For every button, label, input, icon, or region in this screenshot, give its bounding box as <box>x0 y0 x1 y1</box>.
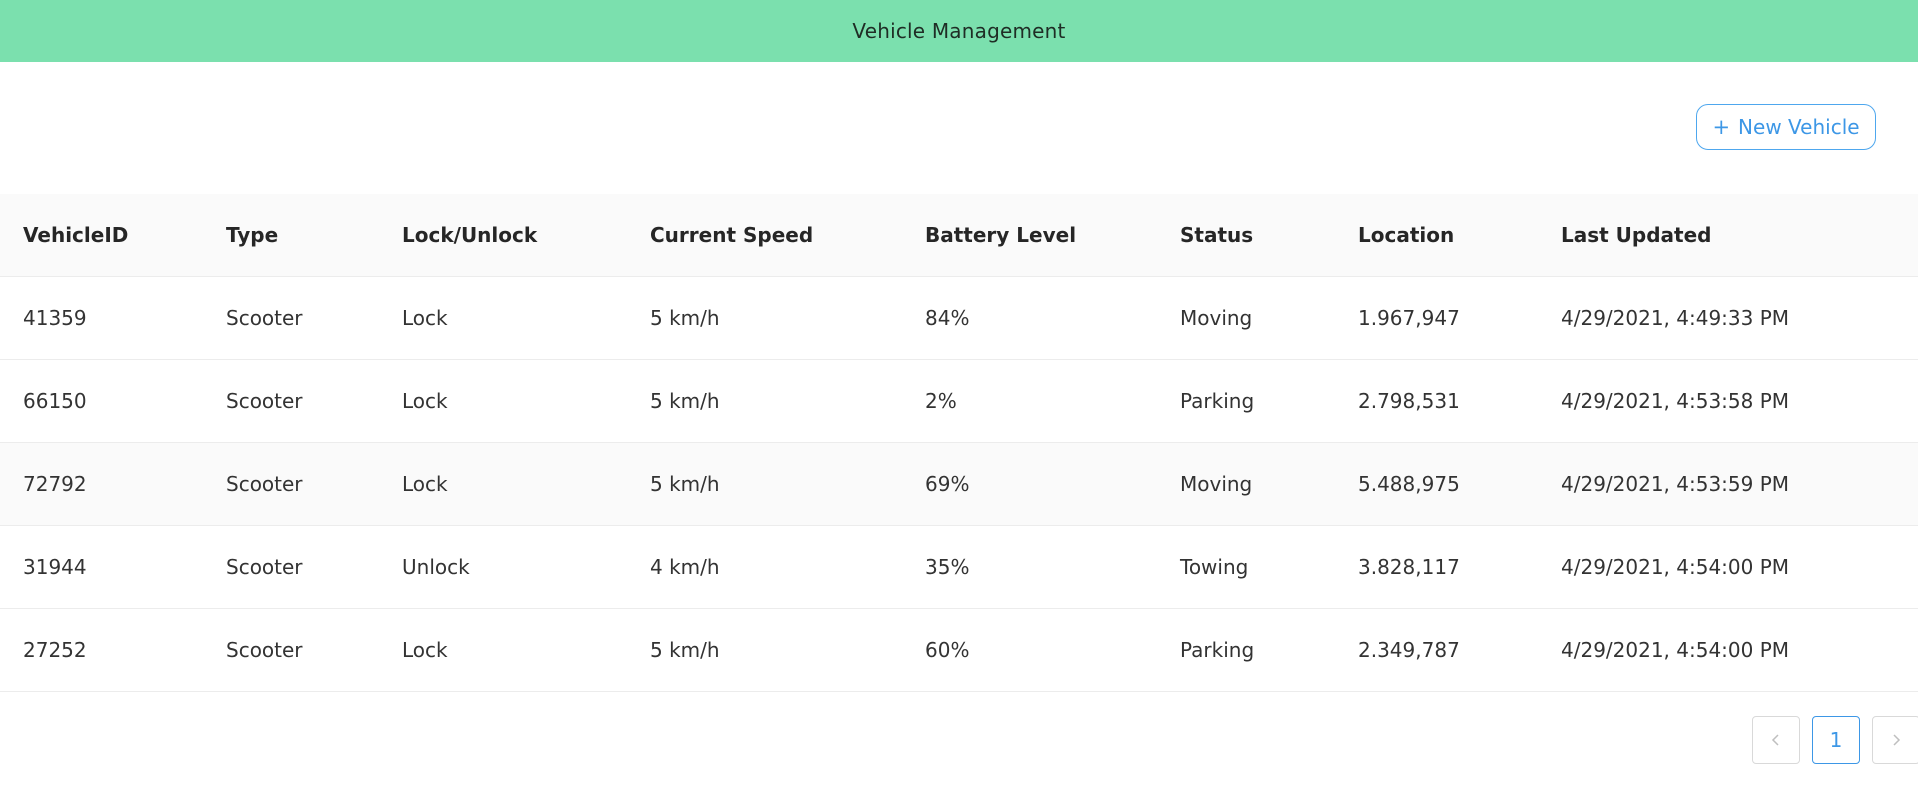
cell-last-updated: 4/29/2021, 4:53:58 PM <box>1538 359 1918 443</box>
column-header-last-updated: Last Updated <box>1538 194 1918 277</box>
column-header-battery-level: Battery Level <box>902 194 1157 277</box>
cell-lock-unlock: Lock <box>379 276 627 360</box>
cell-lock-unlock: Lock <box>379 608 627 692</box>
cell-last-updated: 4/29/2021, 4:53:59 PM <box>1538 442 1918 526</box>
cell-lock-unlock: Lock <box>379 442 627 526</box>
cell-lock-unlock: Unlock <box>379 525 627 609</box>
vehicle-table: VehicleID Type Lock/Unlock Current Speed… <box>0 194 1918 692</box>
cell-current-speed: 4 km/h <box>627 525 902 609</box>
cell-battery-level: 84% <box>902 276 1157 360</box>
cell-location: 2.798,531 <box>1335 359 1538 443</box>
cell-last-updated: 4/29/2021, 4:54:00 PM <box>1538 608 1918 692</box>
cell-status: Parking <box>1157 608 1335 692</box>
table-row[interactable]: 66150 Scooter Lock 5 km/h 2% Parking 2.7… <box>0 359 1918 443</box>
page-title: Vehicle Management <box>852 19 1066 43</box>
cell-location: 3.828,117 <box>1335 525 1538 609</box>
cell-status: Towing <box>1157 525 1335 609</box>
chevron-right-icon <box>1893 734 1901 746</box>
cell-location: 2.349,787 <box>1335 608 1538 692</box>
cell-battery-level: 35% <box>902 525 1157 609</box>
table-row[interactable]: 41359 Scooter Lock 5 km/h 84% Moving 1.9… <box>0 276 1918 360</box>
new-vehicle-button[interactable]: + New Vehicle <box>1696 104 1876 150</box>
cell-current-speed: 5 km/h <box>627 442 902 526</box>
cell-status: Parking <box>1157 359 1335 443</box>
new-vehicle-label: New Vehicle <box>1738 115 1860 139</box>
cell-vehicleid: 31944 <box>0 525 203 609</box>
column-header-location: Location <box>1335 194 1538 277</box>
cell-vehicleid: 66150 <box>0 359 203 443</box>
cell-vehicleid: 41359 <box>0 276 203 360</box>
cell-type: Scooter <box>203 359 379 443</box>
cell-type: Scooter <box>203 608 379 692</box>
cell-current-speed: 5 km/h <box>627 608 902 692</box>
cell-battery-level: 60% <box>902 608 1157 692</box>
page-1-button[interactable]: 1 <box>1812 716 1860 764</box>
column-header-lock-unlock: Lock/Unlock <box>379 194 627 277</box>
cell-status: Moving <box>1157 442 1335 526</box>
plus-icon: + <box>1712 115 1731 139</box>
table-row[interactable]: 72792 Scooter Lock 5 km/h 69% Moving 5.4… <box>0 442 1918 526</box>
cell-lock-unlock: Lock <box>379 359 627 443</box>
cell-battery-level: 2% <box>902 359 1157 443</box>
column-header-current-speed: Current Speed <box>627 194 902 277</box>
table-row[interactable]: 31944 Scooter Unlock 4 km/h 35% Towing 3… <box>0 525 1918 609</box>
cell-current-speed: 5 km/h <box>627 276 902 360</box>
cell-type: Scooter <box>203 525 379 609</box>
table-row[interactable]: 27252 Scooter Lock 5 km/h 60% Parking 2.… <box>0 608 1918 692</box>
cell-location: 1.967,947 <box>1335 276 1538 360</box>
cell-type: Scooter <box>203 442 379 526</box>
cell-type: Scooter <box>203 276 379 360</box>
table-header-row: VehicleID Type Lock/Unlock Current Speed… <box>0 194 1918 277</box>
cell-last-updated: 4/29/2021, 4:54:00 PM <box>1538 525 1918 609</box>
cell-location: 5.488,975 <box>1335 442 1538 526</box>
cell-last-updated: 4/29/2021, 4:49:33 PM <box>1538 276 1918 360</box>
cell-status: Moving <box>1157 276 1335 360</box>
next-page-button[interactable] <box>1872 716 1918 764</box>
pagination: 1 <box>1752 716 1918 764</box>
cell-current-speed: 5 km/h <box>627 359 902 443</box>
cell-vehicleid: 27252 <box>0 608 203 692</box>
app-header: Vehicle Management <box>0 0 1918 62</box>
column-header-type: Type <box>203 194 379 277</box>
chevron-left-icon <box>1771 734 1779 746</box>
cell-battery-level: 69% <box>902 442 1157 526</box>
prev-page-button[interactable] <box>1752 716 1800 764</box>
cell-vehicleid: 72792 <box>0 442 203 526</box>
column-header-status: Status <box>1157 194 1335 277</box>
column-header-vehicleid: VehicleID <box>0 194 203 277</box>
